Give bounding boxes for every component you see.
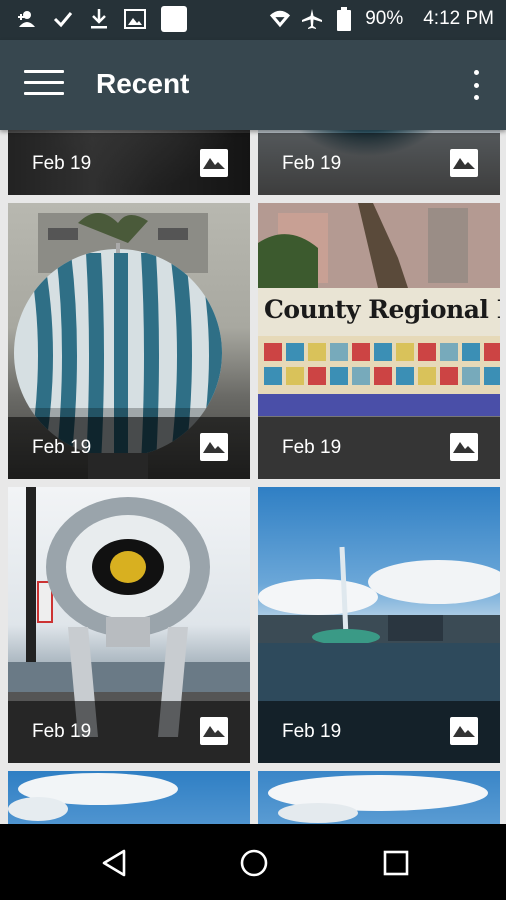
sign-text: County Regional History <box>264 295 500 324</box>
download-icon <box>88 6 110 32</box>
photo-date: Feb 19 <box>282 437 342 458</box>
photo-date: Feb 19 <box>32 153 92 174</box>
photo-date: Feb 19 <box>282 153 342 174</box>
check-icon <box>52 6 74 32</box>
system-indicators: 90% 4:12 PM <box>269 6 494 32</box>
battery-icon <box>333 6 355 32</box>
image-icon <box>450 717 478 745</box>
page-title: Recent <box>96 68 190 99</box>
image-icon <box>200 149 228 177</box>
photo-grid: Feb 19 Feb 19 Feb 19 County Regional Feb… <box>0 130 506 824</box>
image-icon <box>200 717 228 745</box>
battery-percent: 90% <box>365 8 404 29</box>
more-vert-icon[interactable] <box>472 70 480 100</box>
navigation-bar <box>0 824 506 900</box>
photo-date: Feb 19 <box>32 721 92 742</box>
photo-tile[interactable]: County Regional History Feb 19 <box>258 203 500 479</box>
back-icon[interactable] <box>100 848 130 878</box>
image-icon <box>200 433 228 461</box>
photo-date: Feb 19 <box>282 721 342 742</box>
status-bar: 90% 4:12 PM <box>0 0 506 40</box>
home-icon[interactable] <box>239 848 269 878</box>
image-icon <box>450 149 478 177</box>
hamburger-menu-icon[interactable] <box>24 70 64 100</box>
image-icon <box>450 433 478 461</box>
image-icon <box>124 6 146 32</box>
photo-tile[interactable] <box>258 771 500 824</box>
photo-tile[interactable]: Feb 19 <box>258 487 500 763</box>
wifi-icon <box>269 6 291 32</box>
recents-icon[interactable] <box>381 848 411 878</box>
photo-tile[interactable]: Feb 19 <box>258 130 500 195</box>
notification-icons <box>16 6 188 32</box>
photo-tile[interactable]: Feb 19 <box>8 487 250 763</box>
airplane-icon <box>301 6 323 32</box>
app-square-icon <box>160 6 188 32</box>
photo-tile[interactable] <box>8 771 250 824</box>
photo-tile[interactable]: Feb 19 <box>8 130 250 195</box>
person-add-icon <box>16 6 38 32</box>
photo-date: Feb 19 <box>32 437 92 458</box>
clock: 4:12 PM <box>423 8 494 29</box>
photo-tile[interactable]: Feb 19 <box>8 203 250 479</box>
app-bar: Recent <box>0 40 506 130</box>
